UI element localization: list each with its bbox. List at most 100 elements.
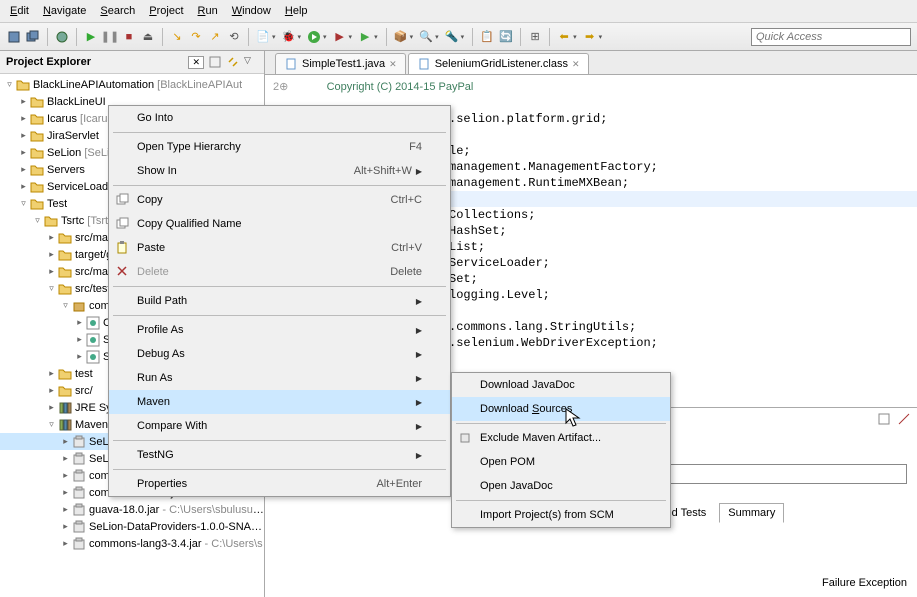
submenu-item-open-pom[interactable]: Open POM	[452, 450, 670, 474]
menu-item-copy-qualified-name[interactable]: Copy Qualified Name	[109, 212, 450, 236]
quick-access[interactable]	[751, 28, 911, 46]
collapse-all-icon[interactable]	[208, 55, 222, 69]
menu-search[interactable]: Search	[94, 2, 141, 20]
tree-item[interactable]: ▸SeLion-DataProviders-1.0.0-SNAPSH	[0, 518, 264, 535]
save-all-icon[interactable]	[25, 29, 41, 45]
menu-label: Compare With	[137, 420, 412, 432]
submenu-item-download-javadoc[interactable]: Download JavaDoc	[452, 373, 670, 397]
submenu-item-download-sources[interactable]: Download Sources	[452, 397, 670, 421]
menu-run[interactable]: Run	[192, 2, 224, 20]
twisty-icon[interactable]: ▸	[60, 538, 71, 549]
twisty-icon[interactable]: ▸	[74, 351, 85, 362]
panel-icon-2[interactable]	[897, 412, 911, 426]
tree-item[interactable]: ▸commons-lang3-3.4.jar - C:\Users\s	[0, 535, 264, 552]
twisty-icon[interactable]: ▸	[74, 317, 85, 328]
twisty-icon[interactable]: ▸	[46, 385, 57, 396]
menu-item-copy[interactable]: CopyCtrl+C	[109, 188, 450, 212]
twisty-icon[interactable]: ▿	[46, 283, 57, 294]
twisty-icon[interactable]: ▸	[46, 249, 57, 260]
step-return-icon[interactable]: ↗	[207, 29, 223, 45]
twisty-icon[interactable]: ▸	[18, 181, 29, 192]
new-icon[interactable]: 📄	[255, 29, 271, 45]
menu-item-compare-with[interactable]: Compare With▶	[109, 414, 450, 438]
panel-icon-1[interactable]	[877, 412, 891, 426]
menu-item-maven[interactable]: Maven▶	[109, 390, 450, 414]
synchronize-icon[interactable]: 🔄	[498, 29, 514, 45]
menu-item-testng[interactable]: TestNG▶	[109, 443, 450, 467]
twisty-icon[interactable]: ▸	[74, 334, 85, 345]
back-icon[interactable]: ⬅	[556, 29, 572, 45]
close-tab-icon[interactable]: ✕	[572, 59, 580, 70]
link-editor-icon[interactable]	[226, 55, 240, 69]
submenu-item-open-javadoc[interactable]: Open JavaDoc	[452, 474, 670, 498]
menu-navigate[interactable]: Navigate	[37, 2, 92, 20]
menu-item-run-as[interactable]: Run As▶	[109, 366, 450, 390]
menu-item-properties[interactable]: PropertiesAlt+Enter	[109, 472, 450, 496]
maven-submenu[interactable]: Download JavaDocDownload Sources Exclude …	[451, 372, 671, 528]
submenu-item-exclude-maven-artifact-[interactable]: Exclude Maven Artifact...	[452, 426, 670, 450]
twisty-icon[interactable]: ▿	[46, 419, 57, 430]
menu-help[interactable]: Help	[279, 2, 314, 20]
menu-edit[interactable]: Edit	[4, 2, 35, 20]
drop-frame-icon[interactable]: ⟲	[226, 29, 242, 45]
twisty-icon[interactable]: ▸	[60, 487, 71, 498]
close-view-icon[interactable]: ✕	[188, 56, 204, 69]
twisty-icon[interactable]: ▸	[18, 147, 29, 158]
debug-launch-icon[interactable]: 🐞	[281, 29, 297, 45]
menu-project[interactable]: Project	[143, 2, 189, 20]
editor-tab[interactable]: SeleniumGridListener.class✕	[408, 53, 589, 74]
terminate-icon[interactable]: ■	[121, 29, 137, 45]
step-over-icon[interactable]: ↷	[188, 29, 204, 45]
twisty-icon[interactable]: ▸	[46, 402, 57, 413]
run-last-icon[interactable]: ▶	[357, 29, 373, 45]
tree-item[interactable]: ▿BlackLineAPIAutomation [BlackLineAPIAut	[0, 76, 264, 93]
close-tab-icon[interactable]: ✕	[389, 59, 397, 70]
resume-icon[interactable]: ▶	[83, 29, 99, 45]
menu-item-paste[interactable]: PasteCtrl+V	[109, 236, 450, 260]
open-type-icon[interactable]: 🔍	[418, 29, 434, 45]
twisty-icon[interactable]: ▸	[46, 266, 57, 277]
menu-label: Build Path	[137, 295, 412, 307]
step-into-icon[interactable]: ↘	[169, 29, 185, 45]
quick-access-input[interactable]	[751, 28, 911, 46]
context-menu[interactable]: Go Into Open Type HierarchyF4Show InAlt+S…	[108, 105, 451, 497]
twisty-icon[interactable]: ▸	[60, 453, 71, 464]
twisty-icon[interactable]: ▸	[18, 113, 29, 124]
menu-item-profile-as[interactable]: Profile As▶	[109, 318, 450, 342]
twisty-icon[interactable]: ▿	[60, 300, 71, 311]
results-tab-summary[interactable]: Summary	[719, 503, 784, 523]
twisty-icon[interactable]: ▸	[60, 504, 71, 515]
save-icon[interactable]	[6, 29, 22, 45]
debug-icon[interactable]	[54, 29, 70, 45]
menu-item-go-into[interactable]: Go Into	[109, 106, 450, 130]
twisty-icon[interactable]: ▸	[18, 164, 29, 175]
twisty-icon[interactable]: ▸	[60, 521, 71, 532]
run-launch-icon[interactable]	[306, 29, 322, 45]
view-menu-icon[interactable]: ▽	[244, 55, 258, 69]
twisty-icon[interactable]: ▿	[4, 79, 15, 90]
twisty-icon[interactable]: ▸	[46, 368, 57, 379]
disconnect-icon[interactable]: ⏏	[140, 29, 156, 45]
search-icon[interactable]: 🔦	[444, 29, 460, 45]
twisty-icon[interactable]: ▿	[18, 198, 29, 209]
open-task-icon[interactable]: 📋	[479, 29, 495, 45]
menu-window[interactable]: Window	[226, 2, 277, 20]
twisty-icon[interactable]: ▸	[18, 130, 29, 141]
menu-item-debug-as[interactable]: Debug As▶	[109, 342, 450, 366]
twisty-icon[interactable]: ▸	[18, 96, 29, 107]
twisty-icon[interactable]: ▸	[60, 436, 71, 447]
suspend-icon[interactable]: ❚❚	[102, 29, 118, 45]
forward-icon[interactable]: ➡	[582, 29, 598, 45]
twisty-icon[interactable]: ▸	[46, 232, 57, 243]
menu-item-build-path[interactable]: Build Path▶	[109, 289, 450, 313]
menu-item-open-type-hierarchy[interactable]: Open Type HierarchyF4	[109, 135, 450, 159]
coverage-icon[interactable]: ▶	[332, 29, 348, 45]
menu-item-show-in[interactable]: Show InAlt+Shift+W▶	[109, 159, 450, 183]
toggle-breadcrumb-icon[interactable]: ⊞	[527, 29, 543, 45]
twisty-icon[interactable]: ▸	[60, 470, 71, 481]
tree-item[interactable]: ▸guava-18.0.jar - C:\Users\sbulusu\.m	[0, 501, 264, 518]
new-package-icon[interactable]: 📦	[393, 29, 409, 45]
twisty-icon[interactable]: ▿	[32, 215, 43, 226]
editor-tab[interactable]: SimpleTest1.java✕	[275, 53, 406, 74]
submenu-item-import-project-s-from-scm[interactable]: Import Project(s) from SCM	[452, 503, 670, 527]
